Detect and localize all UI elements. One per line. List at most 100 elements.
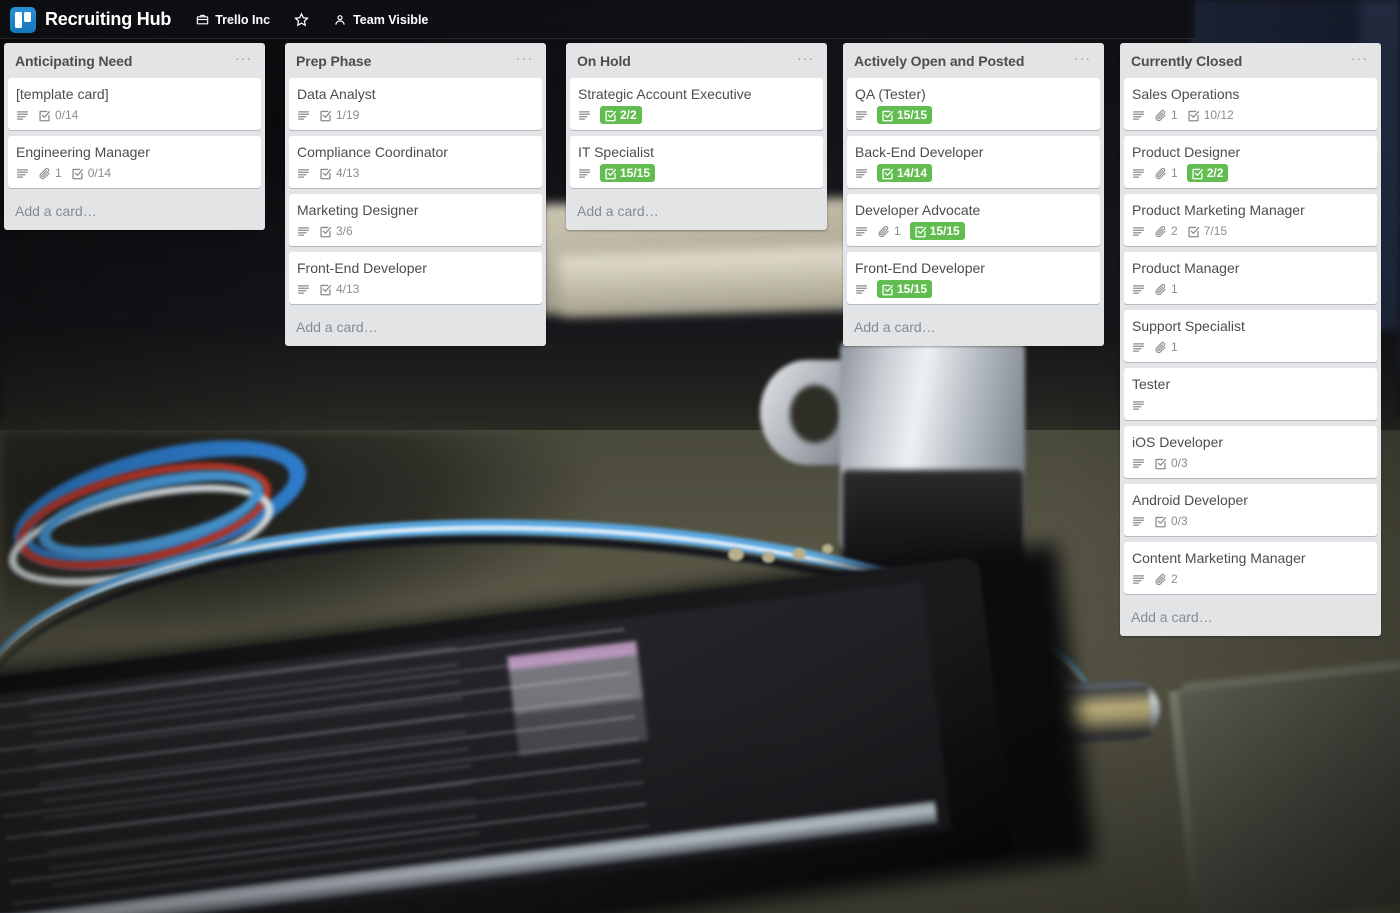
card-badges: 0/3: [1132, 454, 1369, 472]
description-badge: [1132, 515, 1145, 528]
trello-logo-bar-left: [14, 11, 22, 28]
card-title: Tester: [1132, 376, 1171, 392]
star-board-button[interactable]: [291, 8, 312, 31]
attachment-badge: 1: [1154, 165, 1178, 181]
card-list: [template card] 0/14 Engineering Manager 1 0…: [4, 78, 265, 188]
attachment-count: 1: [894, 224, 901, 238]
page-title[interactable]: Recruiting Hub: [45, 9, 171, 30]
list-column[interactable]: On Hold ··· Strategic Account Executive 2/2…: [566, 43, 827, 230]
card[interactable]: Marketing Designer 3/6: [289, 194, 542, 246]
card[interactable]: [template card] 0/14: [8, 78, 261, 130]
header-team-button[interactable]: Trello Inc: [193, 9, 273, 31]
attachment-count: 1: [55, 166, 62, 180]
attachment-badge: 1: [877, 223, 901, 239]
list-menu-icon[interactable]: ···: [513, 51, 536, 68]
card-badges: 2/2: [578, 106, 815, 124]
attachment-badge: 2: [1154, 223, 1178, 239]
checklist-badge: 0/3: [1154, 455, 1188, 471]
card[interactable]: Android Developer 0/3: [1124, 484, 1377, 536]
checklist-badge: 0/14: [38, 107, 78, 123]
card[interactable]: Tester: [1124, 368, 1377, 420]
card[interactable]: Back-End Developer 14/14: [847, 136, 1100, 188]
description-badge: [578, 109, 591, 122]
description-badge: [297, 109, 310, 122]
checklist-badge: 0/14: [71, 165, 111, 181]
list-menu-icon[interactable]: ···: [1348, 51, 1371, 68]
checklist-badge: 15/15: [877, 280, 933, 298]
checklist-badge: 3/6: [319, 223, 353, 239]
card-list: Data Analyst 1/19 Compliance Coordinator 4/…: [285, 78, 546, 304]
checklist-count: 1/19: [336, 108, 360, 122]
checklist-count: 0/3: [1171, 456, 1188, 470]
list-header: Actively Open and Posted ···: [843, 43, 1104, 78]
card-badges: 3/6: [297, 222, 534, 240]
description-badge: [16, 109, 29, 122]
card-badges: 0/3: [1132, 512, 1369, 530]
trello-logo-icon[interactable]: [10, 6, 36, 33]
attachment-badge: 2: [1154, 571, 1178, 587]
card[interactable]: IT Specialist 15/15: [570, 136, 823, 188]
card[interactable]: Compliance Coordinator 4/13: [289, 136, 542, 188]
list-menu-icon[interactable]: ···: [232, 51, 255, 68]
list-title[interactable]: Currently Closed: [1131, 53, 1242, 69]
card[interactable]: Product Manager 1: [1124, 252, 1377, 304]
list-title[interactable]: Actively Open and Posted: [854, 53, 1024, 69]
list-menu-icon[interactable]: ···: [794, 51, 817, 68]
board-canvas[interactable]: Anticipating Need ··· [template card] 0/14 E…: [0, 39, 1400, 913]
checklist-count: 2/2: [1206, 166, 1224, 180]
card[interactable]: Engineering Manager 1 0/14: [8, 136, 261, 188]
list-column[interactable]: Currently Closed ··· Sales Operations 1 10/1…: [1120, 43, 1381, 636]
card[interactable]: Data Analyst 1/19: [289, 78, 542, 130]
card-badges: 15/15: [855, 106, 1092, 124]
card-title: Product Manager: [1132, 260, 1240, 276]
add-card-button[interactable]: Add a card…: [1120, 600, 1381, 636]
checklist-count: 15/15: [897, 282, 928, 296]
card-title: Data Analyst: [297, 86, 376, 102]
add-card-button[interactable]: Add a card…: [285, 310, 546, 346]
card[interactable]: Developer Advocate 1 15/15: [847, 194, 1100, 246]
card-title: Sales Operations: [1132, 86, 1240, 102]
list-title[interactable]: Prep Phase: [296, 53, 371, 69]
add-card-button[interactable]: Add a card…: [843, 310, 1104, 346]
card[interactable]: Product Designer 1 2/2: [1124, 136, 1377, 188]
description-badge: [16, 167, 29, 180]
description-badge: [1132, 573, 1145, 586]
list-column[interactable]: Anticipating Need ··· [template card] 0/14 E…: [4, 43, 265, 230]
list-column[interactable]: Actively Open and Posted ··· QA (Tester) 15…: [843, 43, 1104, 346]
list-header: Prep Phase ···: [285, 43, 546, 78]
card[interactable]: Strategic Account Executive 2/2: [570, 78, 823, 130]
checklist-count: 0/14: [55, 108, 79, 122]
checklist-badge: 10/12: [1187, 107, 1234, 123]
list-title[interactable]: On Hold: [577, 53, 631, 69]
list-menu-icon[interactable]: ···: [1071, 51, 1094, 68]
card-title: Front-End Developer: [855, 260, 985, 276]
description-badge: [855, 283, 868, 296]
header-visibility-button[interactable]: Team Visible: [330, 9, 431, 31]
card-title: Content Marketing Manager: [1132, 550, 1306, 566]
add-card-button[interactable]: Add a card…: [566, 194, 827, 230]
card[interactable]: Support Specialist 1: [1124, 310, 1377, 362]
checklist-badge: 2/2: [600, 106, 642, 124]
card[interactable]: iOS Developer 0/3: [1124, 426, 1377, 478]
checklist-count: 4/13: [336, 282, 360, 296]
card-badges: 4/13: [297, 164, 534, 182]
list-column[interactable]: Prep Phase ··· Data Analyst 1/19 Compliance …: [285, 43, 546, 346]
card-badges: 1 0/14: [16, 164, 253, 182]
card[interactable]: Product Marketing Manager 2 7/15: [1124, 194, 1377, 246]
card-badges: 14/14: [855, 164, 1092, 182]
card-badges: 0/14: [16, 106, 253, 124]
card[interactable]: Content Marketing Manager 2: [1124, 542, 1377, 594]
checklist-count: 2/2: [620, 108, 637, 122]
checklist-badge: 0/3: [1154, 513, 1188, 529]
list-header: On Hold ···: [566, 43, 827, 78]
card[interactable]: Front-End Developer 4/13: [289, 252, 542, 304]
card[interactable]: Front-End Developer 15/15: [847, 252, 1100, 304]
card[interactable]: Sales Operations 1 10/12: [1124, 78, 1377, 130]
list-title[interactable]: Anticipating Need: [15, 53, 132, 69]
card-title: Back-End Developer: [855, 144, 984, 160]
add-card-button[interactable]: Add a card…: [4, 194, 265, 230]
card-badges: 2: [1132, 570, 1369, 588]
card-badges: 1 2/2: [1132, 164, 1369, 182]
attachment-badge: 1: [38, 165, 62, 181]
card[interactable]: QA (Tester) 15/15: [847, 78, 1100, 130]
